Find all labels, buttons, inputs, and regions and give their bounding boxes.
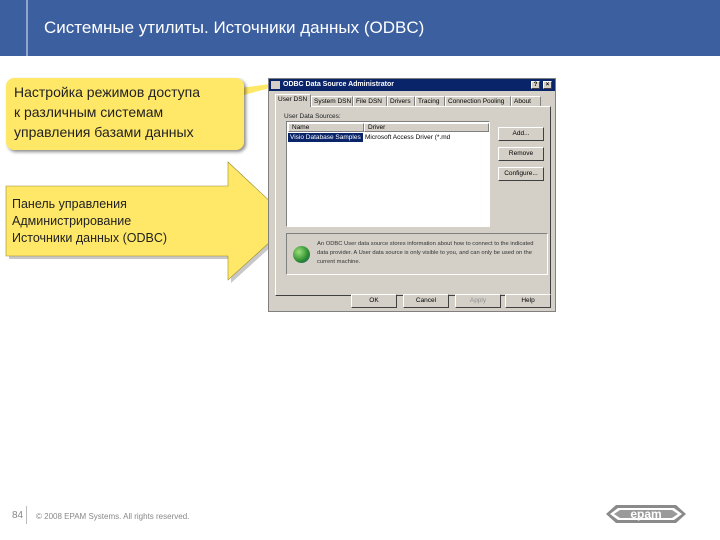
tab-strip: User DSN System DSN File DSN Drivers Tra… bbox=[275, 94, 551, 107]
ok-button[interactable]: OK bbox=[351, 294, 397, 308]
remove-button[interactable]: Remove bbox=[498, 147, 544, 161]
data-sources-list[interactable]: Name Driver Visio Database Samples Micro… bbox=[286, 121, 490, 227]
arrow-callout-text: Панель управления Администрирование Исто… bbox=[12, 197, 168, 245]
cancel-button[interactable]: Cancel bbox=[403, 294, 449, 308]
info-text: An ODBC User data source stores informat… bbox=[317, 241, 534, 265]
dialog-titlebar: ODBC Data Source Administrator ? × bbox=[269, 79, 555, 91]
tab-tracing[interactable]: Tracing bbox=[415, 96, 445, 106]
column-header-name[interactable]: Name bbox=[288, 123, 364, 132]
page-number: 84 bbox=[12, 510, 24, 521]
help-button[interactable]: ? bbox=[531, 81, 540, 89]
callout-access-modes-text: Настройка режимов доступа к различным си… bbox=[14, 84, 201, 140]
tab-user-dsn[interactable]: User DSN bbox=[275, 94, 311, 107]
callout-access-modes: Настройка режимов доступа к различным си… bbox=[6, 78, 244, 150]
footer-divider bbox=[26, 506, 27, 524]
copyright-text: © 2008 EPAM Systems. All rights reserved… bbox=[36, 512, 190, 521]
tab-drivers[interactable]: Drivers bbox=[387, 96, 415, 106]
tab-about[interactable]: About bbox=[511, 96, 541, 106]
epam-logo: epam bbox=[606, 505, 686, 523]
data-source-row-name[interactable]: Visio Database Samples bbox=[288, 133, 363, 142]
configure-button[interactable]: Configure... bbox=[498, 167, 544, 181]
tab-system-dsn[interactable]: System DSN bbox=[311, 96, 353, 106]
help-dialog-button[interactable]: Help bbox=[505, 294, 551, 308]
user-data-sources-label: User Data Sources: bbox=[284, 113, 341, 120]
dialog-title: ODBC Data Source Administrator bbox=[283, 81, 394, 88]
apply-button[interactable]: Apply bbox=[455, 294, 501, 308]
logo-text: epam bbox=[630, 507, 661, 521]
user-dsn-panel: User Data Sources: Name Driver Visio Dat… bbox=[275, 106, 551, 296]
info-box: An ODBC User data source stores informat… bbox=[286, 233, 548, 275]
odbc-dialog: ODBC Data Source Administrator ? × User … bbox=[268, 78, 556, 312]
globe-icon bbox=[293, 246, 310, 263]
app-icon bbox=[271, 81, 280, 89]
tab-file-dsn[interactable]: File DSN bbox=[353, 96, 387, 106]
column-header-driver[interactable]: Driver bbox=[364, 123, 489, 132]
add-button[interactable]: Add... bbox=[498, 127, 544, 141]
close-button[interactable]: × bbox=[543, 81, 552, 89]
tab-connection-pooling[interactable]: Connection Pooling bbox=[445, 96, 511, 106]
data-source-row-driver[interactable]: Microsoft Access Driver (*.md bbox=[365, 133, 450, 142]
